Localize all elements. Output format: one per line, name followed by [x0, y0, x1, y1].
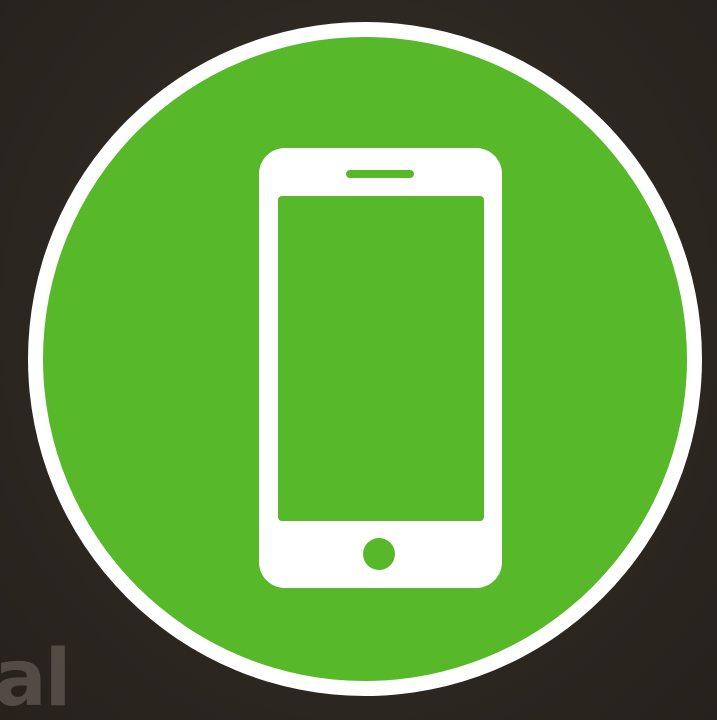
smartphone-badge[interactable]	[24, 18, 706, 700]
phone-screen	[278, 196, 484, 521]
phone-home-button	[363, 538, 395, 570]
corner-text-fragment: al	[0, 634, 71, 720]
phone-speaker	[346, 170, 414, 178]
app-icon-canvas: al	[0, 0, 717, 720]
smartphone-icon	[28, 22, 702, 696]
